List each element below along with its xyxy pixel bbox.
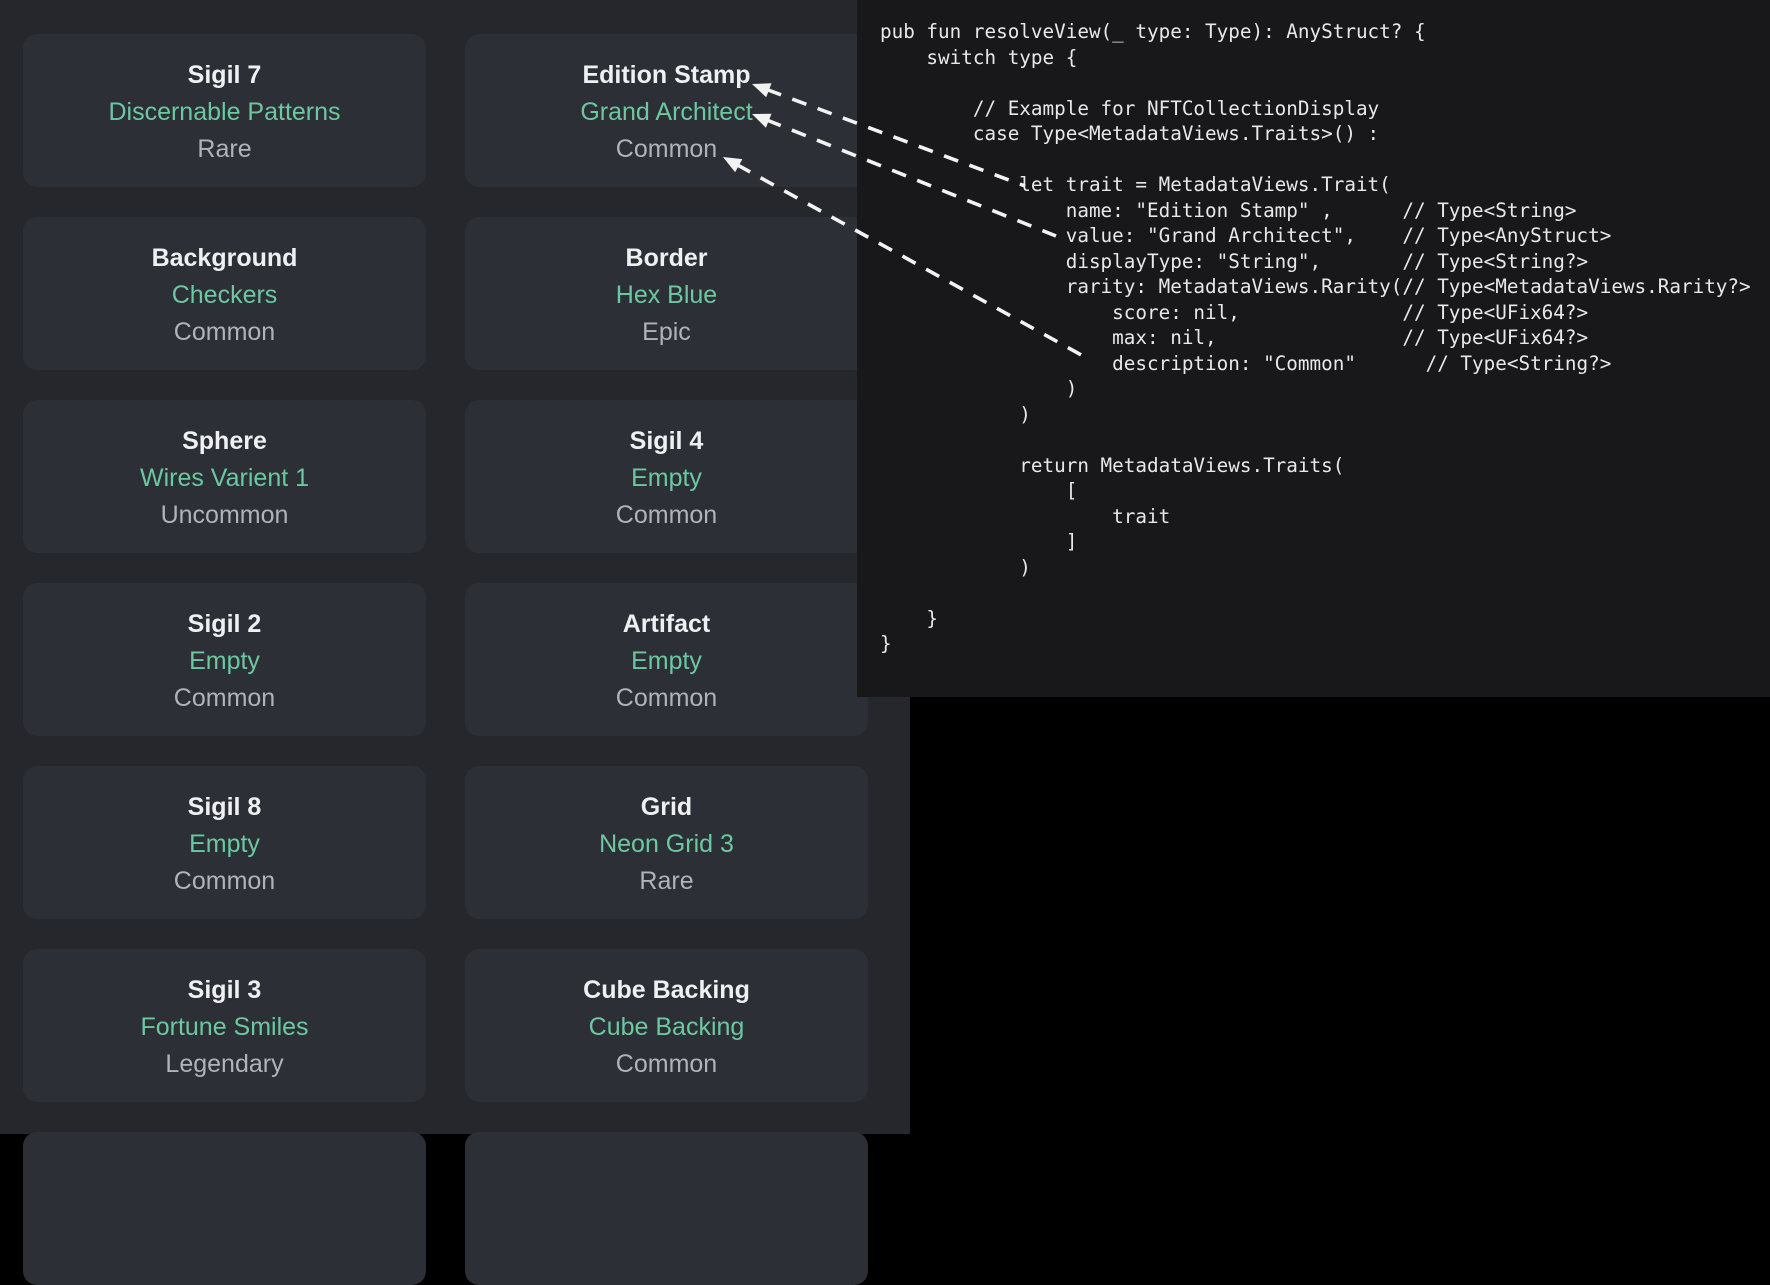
cadence-code-block[interactable]: pub fun resolveView(_ type: Type): AnySt… [857, 0, 1770, 657]
trait-name: Sigil 4 [465, 426, 868, 456]
trait-rarity: Rare [23, 134, 426, 164]
code-overlay-panel: pub fun resolveView(_ type: Type): AnySt… [857, 0, 1770, 697]
trait-value: Cube Backing [465, 1012, 868, 1042]
trait-value: Discernable Patterns [23, 97, 426, 127]
trait-rarity: Common [465, 500, 868, 530]
trait-name: Artifact [465, 609, 868, 639]
trait-card-partial [465, 1132, 868, 1285]
trait-card-sigil-8[interactable]: Sigil 8 Empty Common [23, 766, 426, 919]
trait-rarity: Common [465, 1049, 868, 1079]
trait-name: Sphere [23, 426, 426, 456]
trait-name: Sigil 2 [23, 609, 426, 639]
trait-name: Background [23, 243, 426, 273]
trait-name: Grid [465, 792, 868, 822]
trait-rarity: Uncommon [23, 500, 426, 530]
trait-name: Edition Stamp [465, 60, 868, 90]
trait-rarity: Legendary [23, 1049, 426, 1079]
trait-value: Empty [23, 646, 426, 676]
trait-rarity: Common [23, 683, 426, 713]
trait-rarity: Common [23, 317, 426, 347]
trait-card-background[interactable]: Background Checkers Common [23, 217, 426, 370]
trait-card-grid: Sigil 7 Discernable Patterns Rare Edition S… [23, 34, 868, 1285]
trait-card-sigil-7[interactable]: Sigil 7 Discernable Patterns Rare [23, 34, 426, 187]
trait-rarity: Rare [465, 866, 868, 896]
nft-traits-viewer: Sigil 7 Discernable Patterns Rare Edition S… [0, 0, 1770, 1134]
trait-value: Empty [23, 829, 426, 859]
trait-value: Empty [465, 463, 868, 493]
trait-value: Checkers [23, 280, 426, 310]
trait-card-border[interactable]: Border Hex Blue Epic [465, 217, 868, 370]
trait-name: Sigil 7 [23, 60, 426, 90]
trait-value: Wires Varient 1 [23, 463, 426, 493]
trait-value: Neon Grid 3 [465, 829, 868, 859]
trait-card-artifact[interactable]: Artifact Empty Common [465, 583, 868, 736]
trait-rarity: Common [23, 866, 426, 896]
trait-rarity: Common [465, 134, 868, 164]
trait-name: Sigil 8 [23, 792, 426, 822]
trait-value: Fortune Smiles [23, 1012, 426, 1042]
trait-rarity: Common [465, 683, 868, 713]
trait-card-cube-backing[interactable]: Cube Backing Cube Backing Common [465, 949, 868, 1102]
trait-card-sigil-3[interactable]: Sigil 3 Fortune Smiles Legendary [23, 949, 426, 1102]
trait-card-sigil-4[interactable]: Sigil 4 Empty Common [465, 400, 868, 553]
trait-name: Cube Backing [465, 975, 868, 1005]
trait-value: Grand Architect [465, 97, 868, 127]
trait-card-edition-stamp[interactable]: Edition Stamp Grand Architect Common [465, 34, 868, 187]
trait-card-sphere[interactable]: Sphere Wires Varient 1 Uncommon [23, 400, 426, 553]
trait-card-partial [23, 1132, 426, 1285]
trait-name: Sigil 3 [23, 975, 426, 1005]
trait-card-sigil-2[interactable]: Sigil 2 Empty Common [23, 583, 426, 736]
trait-name: Border [465, 243, 868, 273]
traits-panel: Sigil 7 Discernable Patterns Rare Edition S… [0, 0, 910, 1134]
trait-value: Hex Blue [465, 280, 868, 310]
trait-card-grid[interactable]: Grid Neon Grid 3 Rare [465, 766, 868, 919]
trait-value: Empty [465, 646, 868, 676]
trait-rarity: Epic [465, 317, 868, 347]
